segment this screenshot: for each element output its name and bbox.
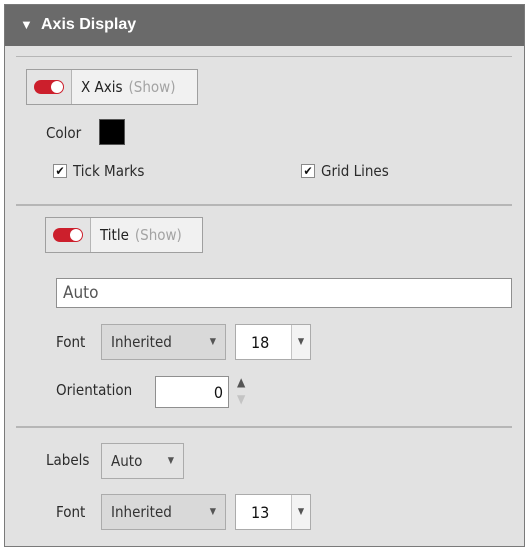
axis-display-panel: ▼ Axis Display X Axis (Show) Color ✔ Tic… bbox=[4, 4, 525, 547]
caret-down-icon: ▼ bbox=[209, 507, 216, 517]
title-text-input[interactable]: Auto bbox=[56, 278, 512, 308]
title-font-select[interactable]: Inherited ▼ bbox=[101, 324, 226, 360]
checkmark-icon: ✔ bbox=[301, 164, 315, 178]
labels-font-size-value: 13 bbox=[251, 502, 270, 522]
grid-lines-label: Grid Lines bbox=[321, 162, 389, 180]
title-font-label: Font bbox=[56, 333, 86, 351]
orientation-input[interactable]: 0 bbox=[155, 376, 229, 408]
title-font-value: Inherited bbox=[111, 333, 172, 351]
color-swatch[interactable] bbox=[99, 119, 125, 145]
labels-font-select[interactable]: Inherited ▼ bbox=[101, 494, 226, 530]
labels-section: Labels Auto ▼ Font Inherited ▼ 13 ▼ bbox=[16, 427, 512, 540]
labels-font-label: Font bbox=[56, 503, 86, 521]
labels-label: Labels bbox=[46, 451, 90, 469]
triangle-down-icon[interactable]: ▼ bbox=[20, 17, 33, 32]
grid-lines-checkbox[interactable]: ✔ Grid Lines bbox=[301, 162, 389, 180]
spin-down-icon[interactable]: ▼ bbox=[237, 393, 245, 405]
title-toggle-label: Title bbox=[100, 226, 129, 244]
orientation-label: Orientation bbox=[56, 381, 133, 399]
toggle-switch-icon bbox=[46, 218, 91, 252]
panel-title: Axis Display bbox=[41, 16, 137, 33]
title-font-size-value: 18 bbox=[251, 332, 270, 352]
title-section: Title (Show) Auto Font Inherited ▼ 18 ▼ … bbox=[16, 205, 512, 427]
panel-header[interactable]: ▼ Axis Display bbox=[5, 5, 524, 46]
toggle-switch-icon bbox=[27, 70, 72, 104]
x-axis-toggle-button[interactable]: X Axis (Show) bbox=[26, 69, 198, 105]
title-state-text: (Show) bbox=[134, 226, 182, 244]
labels-value: Auto bbox=[111, 452, 143, 470]
color-label: Color bbox=[46, 124, 82, 142]
caret-down-icon: ▼ bbox=[209, 337, 216, 347]
x-axis-section: X Axis (Show) Color ✔ Tick Marks ✔ Grid … bbox=[16, 56, 512, 205]
caret-down-icon[interactable]: ▼ bbox=[291, 325, 310, 359]
labels-font-size-select[interactable]: 13 ▼ bbox=[235, 494, 311, 530]
tick-marks-checkbox[interactable]: ✔ Tick Marks bbox=[53, 162, 144, 180]
labels-font-value: Inherited bbox=[111, 503, 172, 521]
caret-down-icon[interactable]: ▼ bbox=[291, 495, 310, 529]
checkmark-icon: ✔ bbox=[53, 164, 67, 178]
title-toggle-button[interactable]: Title (Show) bbox=[45, 217, 203, 253]
x-axis-state-text: (Show) bbox=[128, 78, 176, 96]
title-font-size-select[interactable]: 18 ▼ bbox=[235, 324, 311, 360]
spin-up-icon[interactable]: ▲ bbox=[237, 376, 245, 388]
labels-select[interactable]: Auto ▼ bbox=[101, 443, 184, 479]
caret-down-icon: ▼ bbox=[167, 456, 174, 466]
tick-marks-label: Tick Marks bbox=[73, 162, 145, 180]
x-axis-label: X Axis bbox=[81, 78, 123, 96]
